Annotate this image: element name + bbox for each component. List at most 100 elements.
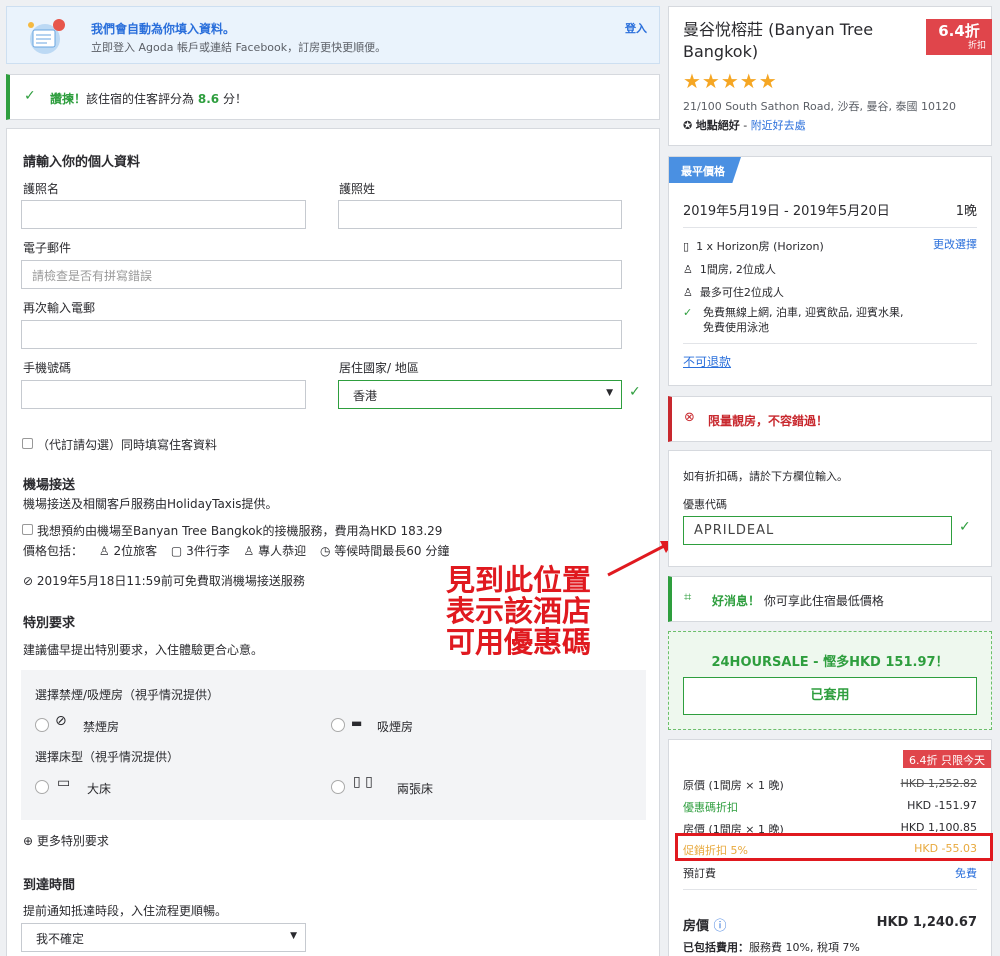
email-label: 電子郵件	[23, 241, 72, 255]
hotel-stars: ★★★★★	[683, 69, 778, 93]
rating-bar: ✓ 讚揀！該住宿的住客評分為 8.6 分！	[6, 74, 660, 120]
big-bed-radio[interactable]	[35, 780, 49, 794]
autofill-subtitle: 立即登入 Agoda 帳戶或連結 Facebook，訂房更快更順便。	[91, 41, 387, 54]
login-link[interactable]: 登入	[625, 20, 647, 36]
booking-dates: 2019年5月19日 - 2019年5月20日	[683, 204, 890, 219]
no-smoking-icon: ⊘	[55, 713, 67, 729]
today-discount-badge: 6.4折 只限今天	[903, 750, 991, 768]
twin-bed-icon: ▯ ▯	[353, 774, 373, 790]
bed-title: 選擇床型（視乎情況提供）	[35, 750, 180, 764]
email-confirm-field[interactable]	[21, 320, 622, 349]
country-select[interactable]: 香港 ▼	[338, 380, 622, 409]
transfer-offer: 我想預約由機場至Banyan Tree Bangkok的接機服務，費用為HKD …	[37, 524, 443, 538]
perks-row: ✓ 免費無線上網, 泊車, 迎賓飲品, 迎賓水果, 免費使用泳池	[683, 306, 904, 334]
check-icon: ✓	[24, 88, 36, 104]
non-smoking-radio[interactable]	[35, 718, 49, 732]
promo-code-input[interactable]: APRILDEAL	[683, 516, 952, 545]
total-row: 房價 ⓘ HKD 1,240.67	[683, 915, 977, 934]
luggage-icon: ▢	[170, 544, 183, 558]
driver-icon: ♙	[243, 544, 255, 558]
applied-button[interactable]: 已套用	[683, 677, 977, 715]
cigarette-icon: ▬	[351, 716, 363, 730]
cancel-icon: ⊘	[23, 574, 34, 588]
dropdown-arrow-icon: ▼	[290, 931, 297, 941]
promo-valid-check-icon: ✓	[959, 519, 971, 535]
transfer-free-cancel: ⊘ 2019年5月18日11:59前可免費取消機場接送服務	[23, 574, 305, 588]
smoking-title: 選擇禁煙/吸煙房（視乎情況提供）	[35, 688, 220, 702]
price-divider	[683, 889, 977, 890]
price-row-original: 原價 (1間房 × 1 晚) HKD 1,252.82	[683, 777, 977, 792]
hotel-name: 曼谷悅榕莊 (Banyan Tree Bangkok)	[683, 20, 874, 61]
email-field[interactable]: 請檢查是否有拼寫錯誤	[21, 260, 622, 289]
annotation-highlight-box	[675, 833, 993, 861]
promo-card: 如有折扣碼，請於下方欄位輸入。 優惠代碼 APRILDEAL ✓	[668, 450, 992, 567]
special-options-box: 選擇禁煙/吸煙房（視乎情況提供） ⊘ 禁煙房 ▬ 吸煙房 選擇床型（視乎情況提供…	[21, 670, 646, 820]
phone-label: 手機號碼	[23, 361, 72, 375]
good-news-text: 好消息！ 你可享此住宿最低價格	[712, 594, 884, 608]
passenger-icon: ♙	[98, 544, 110, 558]
tag-icon: ⌗	[684, 590, 692, 605]
clock-icon: ◷	[319, 544, 331, 558]
discount-badge: 6.4折 折扣	[926, 19, 992, 55]
booking-nights: 1晚	[955, 204, 977, 219]
autofill-banner: 我們會自動為你填入資料。 立即登入 Agoda 帳戶或連結 Facebook，訂…	[6, 6, 660, 64]
annotation-text: 見到此位置 表示該酒店 可用優惠碼	[446, 563, 592, 659]
change-link[interactable]: 更改選擇	[933, 236, 977, 252]
nonrefund-link[interactable]: 不可退款	[683, 353, 731, 370]
autofill-illustration	[25, 17, 69, 57]
phone-field[interactable]	[21, 380, 306, 409]
limited-banner: ⊗ 限量靚房，不容錯過！	[668, 396, 992, 442]
nearby-link[interactable]: 附近好去處	[751, 119, 806, 132]
big-bed-label: 大床	[87, 782, 112, 796]
check-icon: ✓	[683, 306, 693, 319]
twin-bed-radio[interactable]	[331, 780, 345, 794]
booking-divider	[683, 227, 977, 228]
guest-form-card: 請輸入你的個人資料 護照名 護照姓 電子郵件 請檢查是否有拼寫錯誤 再次輸入電郵…	[6, 128, 660, 956]
first-name-field[interactable]	[21, 200, 306, 229]
rating-text: 讚揀！該住宿的住客評分為 8.6 分！	[50, 92, 247, 106]
hotel-address: 21/100 South Sathon Road, 沙吞, 曼谷, 泰國 101…	[683, 100, 956, 113]
smoking-label: 吸煙房	[377, 720, 414, 734]
arrival-title: 到達時間	[23, 878, 76, 893]
proxy-label: （代訂請勾選）同時填寫住客資料	[37, 438, 218, 452]
more-requests-link[interactable]: ⊕ 更多特別要求	[23, 832, 109, 849]
form-section-title: 請輸入你的個人資料	[23, 155, 141, 170]
location-row: ✪ 地點絕好 - 附近好去處	[683, 119, 806, 132]
hotel-card: 曼谷悅榕莊 (Banyan Tree Bangkok) 6.4折 折扣 ★★★★…	[668, 6, 992, 146]
price-row-booking-fee: 預訂費 免費	[683, 867, 977, 880]
promo-desc: 如有折扣碼，請於下方欄位輸入。	[683, 470, 848, 483]
arrival-select[interactable]: 我不確定 ▼	[21, 923, 306, 952]
last-name-field[interactable]	[338, 200, 622, 229]
info-icon[interactable]: ⓘ	[714, 919, 727, 934]
email-confirm-label: 再次輸入電郵	[23, 301, 96, 315]
country-label: 居住國家/ 地區	[339, 361, 419, 375]
door-icon: ▯	[683, 240, 690, 253]
proxy-checkbox[interactable]	[22, 438, 33, 449]
double-bed-icon: ▭	[57, 775, 71, 791]
country-valid-check-icon: ✓	[629, 384, 641, 400]
dropdown-arrow-icon: ▼	[606, 388, 613, 398]
booking-divider-2	[683, 343, 977, 344]
included-fees: 已包括費用：服務費 10%, 稅項 7%	[683, 941, 860, 954]
sale-card: 24HOURSALE - 慳多HKD 151.97！ 已套用	[668, 631, 992, 730]
special-desc: 建議儘早提出特別要求，入住體驗更合心意。	[23, 643, 264, 657]
transfer-desc: 機場接送及相關客戶服務由HolidayTaxis提供。	[23, 497, 278, 511]
price-row-promo: 優惠碼折扣 HKD -151.97	[683, 799, 977, 814]
booking-card: 最平價格 2019年5月19日 - 2019年5月20日 1晚 ▯ 1 x Ho…	[668, 156, 992, 386]
good-news-banner: ⌗ 好消息！ 你可享此住宿最低價格	[668, 576, 992, 622]
smoking-radio[interactable]	[331, 718, 345, 732]
person-icon: ♙	[683, 263, 693, 276]
autofill-title: 我們會自動為你填入資料。	[91, 22, 236, 36]
non-smoking-label: 禁煙房	[83, 720, 120, 734]
special-title: 特別要求	[23, 616, 76, 631]
arrival-desc: 提前通知抵達時段，入住流程更順暢。	[23, 904, 228, 918]
limited-text: 限量靚房，不容錯過！	[708, 414, 829, 428]
last-name-label: 護照姓	[339, 182, 376, 196]
room-row: ▯ 1 x Horizon房 (Horizon)	[683, 240, 824, 253]
transfer-includes: 價格包括： ♙ 2位旅客 ▢ 3件行李 ♙ 專人恭迎 ◷ 等候時間最長60 分鐘	[23, 544, 450, 558]
max-row: ♙ 最多可住2位成人	[683, 286, 784, 299]
plus-circle-icon: ⊕	[23, 834, 34, 848]
transfer-title: 機場接送	[23, 478, 76, 493]
transfer-checkbox[interactable]	[22, 524, 33, 535]
sale-title: 24HOURSALE - 慳多HKD 151.97！	[711, 655, 949, 670]
